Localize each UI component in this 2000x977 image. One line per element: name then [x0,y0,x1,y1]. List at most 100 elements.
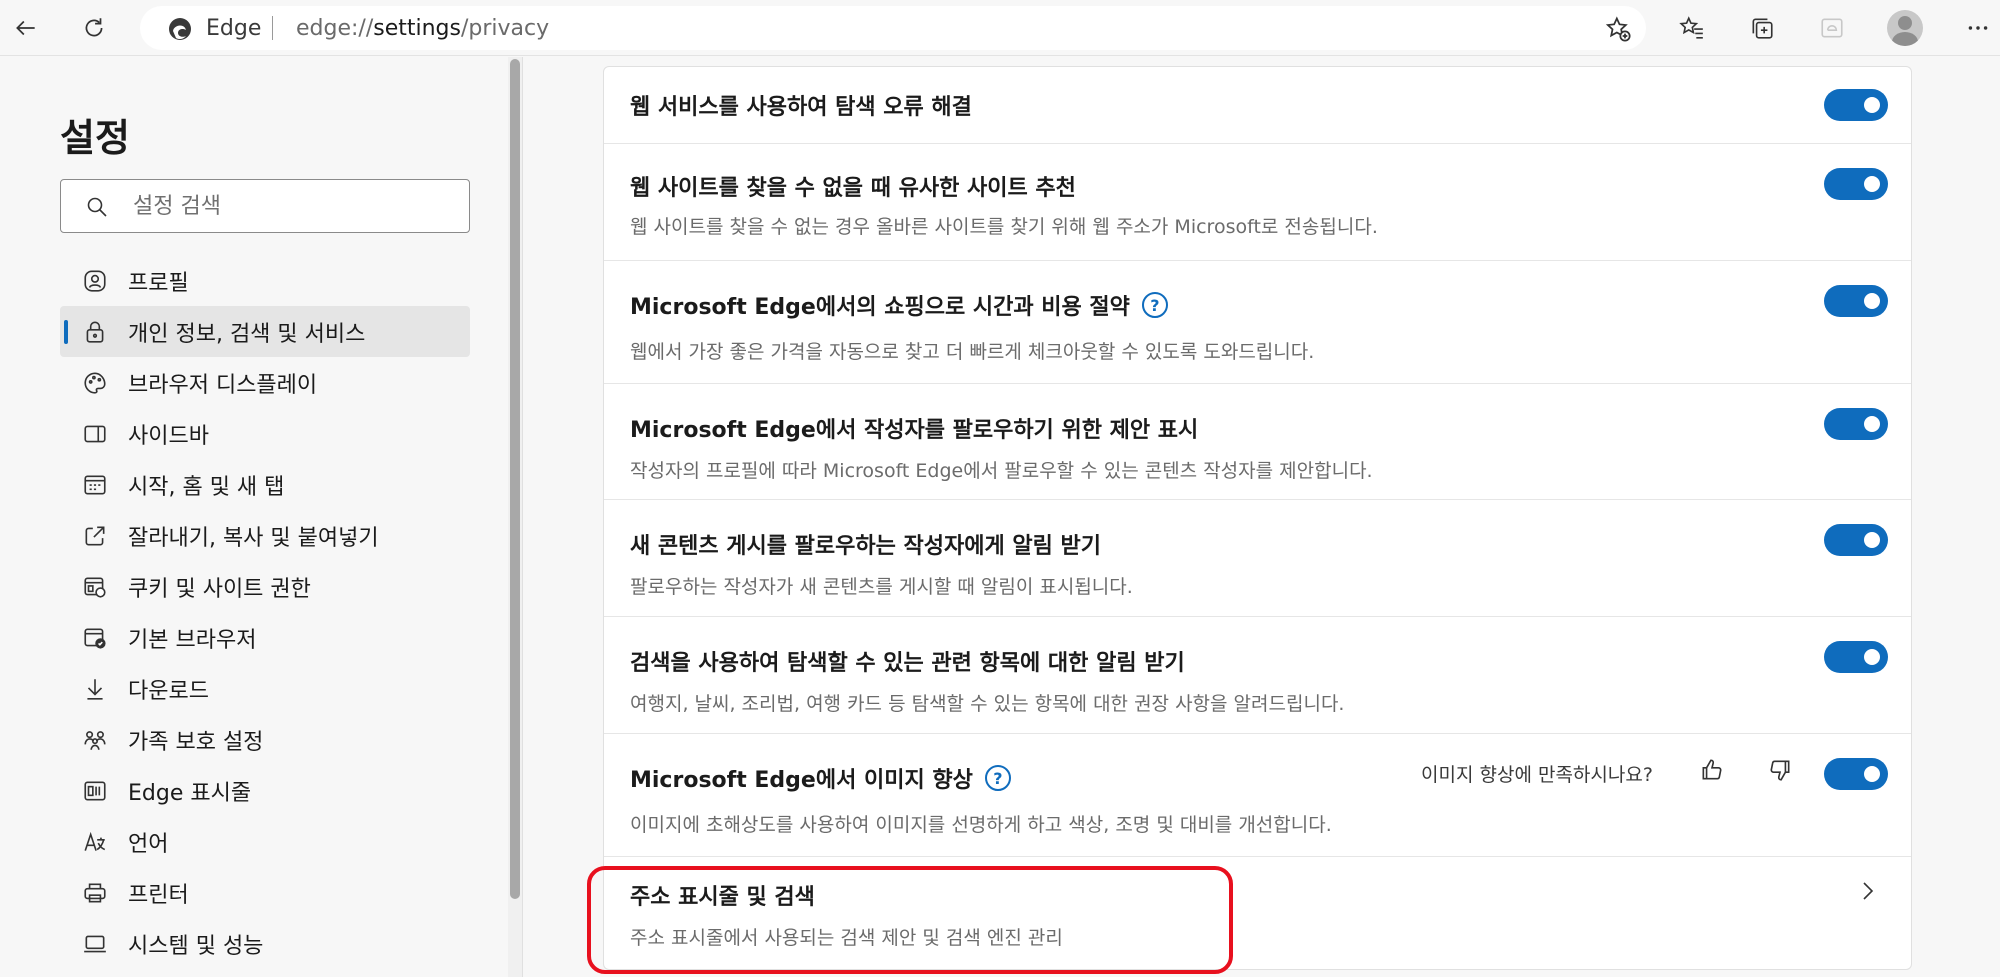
sidebar-item-label: 브라우저 디스플레이 [128,372,318,398]
shopping-toggle[interactable] [1824,285,1888,317]
ie-mode-button[interactable] [1812,8,1852,48]
profile-avatar[interactable] [1887,10,1923,46]
sidebar-item-profile[interactable]: 프로필 [60,255,470,306]
refresh-button[interactable] [74,8,114,48]
follow-creators-toggle[interactable] [1824,408,1888,440]
settings-card: 웹 서비스를 사용하여 탐색 오류 해결 웹 사이트를 찾을 수 없을 때 유사… [603,66,1912,970]
favorites-icon [1679,16,1703,39]
profile-icon [84,270,106,292]
sidebar-item-share-copy[interactable]: 잘라내기, 복사 및 붙여넣기 [60,510,470,561]
browser-toolbar: Edge edge://settings/privacy [0,0,2000,56]
collections-icon [1752,18,1773,39]
sidebar-item-printers[interactable]: 프린터 [60,867,470,918]
thumbs-down-button[interactable] [1767,757,1797,787]
language-icon [84,831,106,851]
discover-alerts-toggle[interactable] [1824,641,1888,673]
settings-title: 설정 [60,116,130,160]
setting-title: 검색을 사용하여 탐색할 수 있는 관련 항목에 대한 알림 받기 [630,651,1185,676]
setting-title: 웹 서비스를 사용하여 탐색 오류 해결 [630,95,972,120]
lock-icon [86,321,104,343]
scrollbar-thumb[interactable] [510,59,520,899]
setting-title: 웹 사이트를 찾을 수 없을 때 유사한 사이트 추천 [630,176,1076,201]
share-icon [85,526,105,546]
sidebar-item-label: 프로필 [128,270,189,296]
home-tab-icon [84,475,106,495]
ie-mode-icon [1821,18,1843,38]
sidebar-item-edge-bar[interactable]: Edge 표시줄 [60,765,470,816]
sidebar-item-label: 가족 보호 설정 [128,729,264,755]
sidebar-item-appearance[interactable]: 브라우저 디스플레이 [60,357,470,408]
chevron-right-icon[interactable] [1855,879,1879,903]
search-icon [87,197,107,217]
address-separator [272,16,273,40]
help-icon[interactable]: ? [984,765,1011,791]
sidebar-scrollbar[interactable] [508,57,522,977]
sidebar-item-label: 쿠키 및 사이트 권한 [128,576,311,602]
back-arrow-icon [16,20,35,36]
settings-search-input[interactable] [133,190,453,222]
settings-nav: 프로필 개인 정보, 검색 및 서비스 브라우저 디스플레이 사이드바 시작, … [60,255,470,969]
sidebar-item-cookies[interactable]: 쿠키 및 사이트 권한 [60,561,470,612]
settings-search-box[interactable] [60,179,470,233]
settings-sidebar: 설정 프로필 개인 정보, 검색 및 서비스 브라우저 디스플레이 사이드바 시… [0,57,522,977]
setting-row-shopping: Microsoft Edge에서의 쇼핑으로 시간과 비용 절약? 웹에서 가장… [604,261,1911,384]
help-icon[interactable]: ? [1141,292,1168,318]
favorites-button[interactable] [1672,8,1712,48]
sidebar-item-label: 언어 [128,831,169,857]
more-menu-button[interactable] [1958,8,1998,48]
add-favorite-icon[interactable] [1604,15,1632,43]
thumbs-up-button[interactable] [1699,757,1729,787]
edge-logo-icon [169,18,191,40]
address-brand-label: Edge [206,16,262,41]
more-dots-icon [1968,26,1988,30]
thumbs-down-icon [1770,760,1790,781]
setting-title: Microsoft Edge에서 이미지 향상? [630,762,1011,794]
sidebar-item-start-home[interactable]: 시작, 홈 및 새 탭 [60,459,470,510]
address-bar[interactable]: Edge edge://settings/privacy [140,6,1646,50]
sidebar-icon [84,425,106,443]
palette-icon [84,372,106,394]
setting-title: 새 콘텐츠 게시를 팔로우하는 작성자에게 알림 받기 [630,534,1101,559]
sidebar-item-downloads[interactable]: 다운로드 [60,663,470,714]
collections-button[interactable] [1742,8,1782,48]
sidebar-item-family[interactable]: 가족 보호 설정 [60,714,470,765]
pane-divider [522,57,523,977]
feedback-question: 이미지 향상에 만족하시나요? [1421,764,1653,786]
sidebar-item-sidebar[interactable]: 사이드바 [60,408,470,459]
sidebar-item-system[interactable]: 시스템 및 성능 [60,918,470,969]
setting-row-image-enhance: Microsoft Edge에서 이미지 향상? 이미지에 초해상도를 사용하여… [604,734,1911,857]
sidebar-item-language[interactable]: 언어 [60,816,470,867]
setting-description: 웹에서 가장 좋은 가격을 자동으로 찾고 더 빠르게 체크아웃할 수 있도록 … [630,341,1315,363]
setting-description: 이미지에 초해상도를 사용하여 이미지를 선명하게 하고 색상, 조명 및 대비… [630,814,1332,836]
sidebar-item-label: 잘라내기, 복사 및 붙여넣기 [128,525,379,551]
image-enhance-toggle[interactable] [1824,758,1888,790]
sidebar-item-label: Edge 표시줄 [128,780,252,806]
default-browser-icon [84,628,106,649]
highlight-box [587,866,1233,974]
sidebar-item-privacy[interactable]: 개인 정보, 검색 및 서비스 [60,306,470,357]
sidebar-item-label: 시스템 및 성능 [128,933,264,959]
sidebar-item-label: 개인 정보, 검색 및 서비스 [128,321,366,347]
sidebar-item-label: 시작, 홈 및 새 탭 [128,474,285,500]
sidebar-item-label: 기본 브라우저 [128,627,257,653]
sidebar-item-label: 사이드바 [128,423,209,449]
setting-row-creator-alerts: 새 콘텐츠 게시를 팔로우하는 작성자에게 알림 받기 팔로우하는 작성자가 새… [604,500,1911,617]
family-icon [84,731,106,750]
cookie-icon [84,577,106,598]
setting-row-follow-creators: Microsoft Edge에서 작성자를 팔로우하기 위한 제안 표시 작성자… [604,384,1911,500]
sidebar-item-label: 다운로드 [128,678,209,704]
creator-alerts-toggle[interactable] [1824,524,1888,556]
sidebar-item-default-browser[interactable]: 기본 브라우저 [60,612,470,663]
nav-errors-toggle[interactable] [1824,89,1888,121]
back-button[interactable] [6,8,46,48]
setting-title: Microsoft Edge에서의 쇼핑으로 시간과 비용 절약? [630,289,1168,321]
refresh-icon [85,18,103,37]
sidebar-item-label: 프린터 [128,882,189,908]
setting-title: Microsoft Edge에서 작성자를 팔로우하기 위한 제안 표시 [630,418,1199,443]
address-url[interactable]: edge://settings/privacy [296,16,549,41]
laptop-icon [84,935,106,953]
download-icon [87,679,103,700]
similar-sites-toggle[interactable] [1824,168,1888,200]
setting-description: 여행지, 날씨, 조리법, 여행 카드 등 탐색할 수 있는 항목에 대한 권장… [630,693,1345,715]
setting-row-discover-alerts: 검색을 사용하여 탐색할 수 있는 관련 항목에 대한 알림 받기 여행지, 날… [604,617,1911,734]
